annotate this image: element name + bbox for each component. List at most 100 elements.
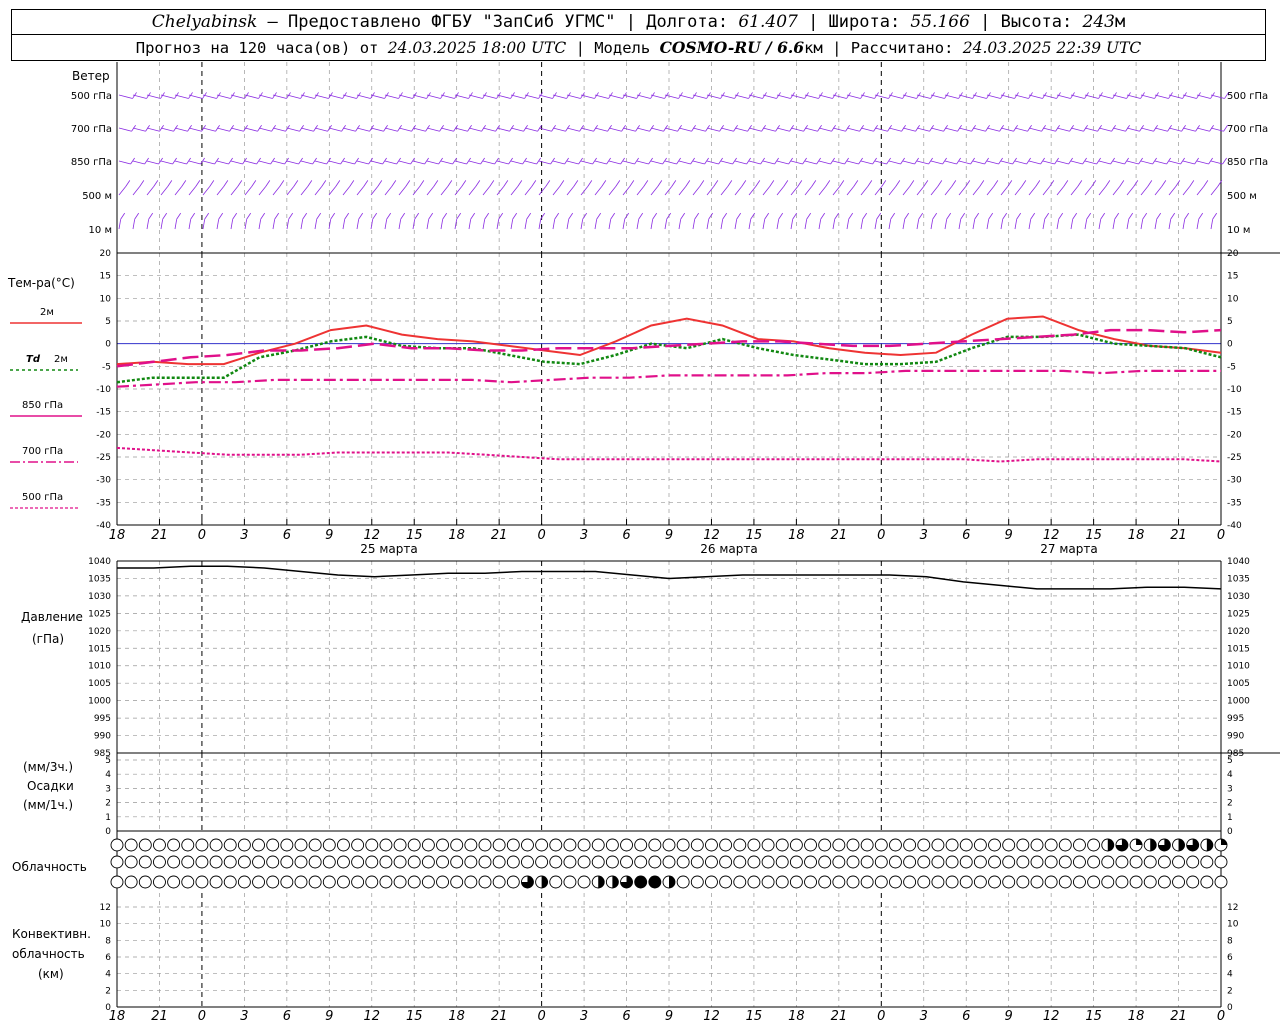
- cloud-circle: [464, 875, 478, 889]
- wind-barb-shaft: [552, 127, 566, 132]
- wind-barb-shaft: [1070, 219, 1074, 230]
- cloud-circle: [832, 838, 846, 852]
- wind-barb-flag: [1184, 212, 1190, 220]
- cloud-fill: [598, 876, 605, 888]
- wind-level-label-right: 700 гПа: [1227, 124, 1268, 135]
- wind-barb-flag: [853, 180, 859, 187]
- wind-barb-shaft: [762, 127, 776, 132]
- x-tick-label-bottom: 12: [1043, 1009, 1060, 1024]
- meteogram-chart: 20 2015 1510 105 50 0-5 -5-10 -10-15 -15-20 -20-2…: [7, 62, 1280, 1024]
- temp-tick-right: -15: [1227, 408, 1242, 418]
- wind-barb-flag: [951, 180, 957, 187]
- wind-barb-flag: [433, 180, 439, 187]
- pressure-tick-left: 995: [94, 714, 111, 724]
- wind-barb-shaft: [132, 186, 141, 196]
- wind-barb-shaft: [1042, 186, 1051, 196]
- wind-barb-shaft: [1182, 127, 1196, 132]
- x-tick-label: 12: [1043, 528, 1060, 543]
- wind-barb-shaft: [566, 94, 581, 99]
- wind-barb-shaft: [216, 94, 231, 99]
- wind-barb-shaft: [594, 127, 608, 132]
- cloud-circle: [889, 855, 902, 869]
- wind-barb-shaft: [524, 160, 537, 165]
- wind-barb-shaft: [272, 219, 276, 230]
- wind-barb-flag: [811, 180, 817, 187]
- cloud-circle: [223, 875, 237, 889]
- precip-tick-right: 4: [1227, 770, 1233, 780]
- x-tick-label: 3: [920, 528, 928, 543]
- wind-barb-flag: [1035, 180, 1041, 187]
- cloud-circle: [789, 875, 803, 889]
- wind-barb-shaft: [608, 160, 621, 165]
- cloud-circle: [1002, 838, 1016, 852]
- wind-barb-flag: [475, 180, 481, 187]
- wind-barb-shaft: [958, 160, 971, 165]
- cloud-circle: [322, 875, 336, 889]
- cloud-circle: [138, 838, 152, 852]
- conv-tick-left: 12: [100, 903, 111, 913]
- wind-barb-shaft: [258, 186, 267, 196]
- wind-barb-shaft: [1112, 127, 1126, 132]
- cloud-circle: [450, 875, 464, 889]
- cloud-circle: [818, 875, 832, 889]
- wind-barb-flag: [307, 180, 313, 187]
- cloud-circle: [1115, 875, 1129, 889]
- cloud-fill: [1136, 839, 1143, 845]
- precip-tick-right: 5: [1227, 756, 1233, 766]
- wind-barb-shaft: [496, 219, 500, 230]
- cloud-circle: [379, 855, 393, 869]
- wind-barb-flag: [806, 212, 812, 220]
- wind-barb-shaft: [440, 127, 454, 132]
- wind-barb-shaft: [1084, 94, 1099, 99]
- wind-barb-flag: [274, 212, 280, 220]
- wind-barb-shaft: [440, 219, 444, 230]
- cloud-circle: [379, 875, 393, 889]
- wind-barb-shaft: [202, 94, 217, 99]
- cloud-circle: [351, 855, 365, 869]
- wind-barb-shaft: [370, 219, 374, 230]
- wind-barb-shaft: [636, 160, 649, 165]
- pressure-tick-right: 1025: [1227, 609, 1250, 619]
- wind-barb-flag: [405, 180, 411, 187]
- wind-barb-shaft: [160, 219, 164, 230]
- cloud-circle: [478, 838, 492, 852]
- cloud-circle: [294, 875, 308, 889]
- wind-barb-shaft: [860, 186, 869, 196]
- precip-tick-right: 2: [1227, 799, 1233, 809]
- cloud-circle: [591, 838, 605, 852]
- wind-barb-flag: [1119, 180, 1125, 187]
- wind-barb-shaft: [440, 94, 455, 99]
- wind-barb-flag: [993, 180, 999, 187]
- wind-barb-shaft: [776, 94, 791, 99]
- wind-barb-shaft: [804, 94, 819, 99]
- wind-barb-shaft: [384, 127, 398, 132]
- cloud-circle: [464, 855, 478, 869]
- wind-barb-flag: [713, 180, 719, 187]
- wind-barb-shaft: [580, 219, 584, 230]
- wind-barb-shaft: [538, 186, 547, 196]
- cloud-circle: [252, 875, 265, 889]
- wind-barb-flag: [484, 212, 490, 220]
- wind-barb-shaft: [804, 219, 808, 230]
- wind-barb-shaft: [524, 94, 539, 99]
- cloud-circle: [1073, 855, 1086, 869]
- cloud-circle: [379, 838, 393, 852]
- wind-barb-shaft: [398, 94, 413, 99]
- cloud-circle: [931, 855, 945, 869]
- wind-barb-shaft: [1126, 94, 1141, 99]
- wind-barb-shaft: [636, 94, 651, 99]
- wind-barb-shaft: [468, 219, 472, 230]
- wind-barb-flag: [344, 212, 350, 220]
- wind-barb-shaft: [636, 219, 640, 230]
- cloud-circle: [1058, 855, 1072, 869]
- wind-barb-shaft: [202, 127, 216, 132]
- wind-barb-shaft: [356, 186, 365, 196]
- wind-barb-flag: [783, 180, 789, 187]
- wind-barb-shaft: [762, 219, 766, 230]
- temp-tick-left: 15: [100, 272, 111, 282]
- wind-barb-flag: [722, 212, 728, 220]
- wind-barb-flag: [652, 212, 658, 220]
- x-tick-label: 0: [537, 528, 545, 543]
- wind-barb-flag: [727, 180, 733, 187]
- wind-barb-shaft: [664, 186, 673, 196]
